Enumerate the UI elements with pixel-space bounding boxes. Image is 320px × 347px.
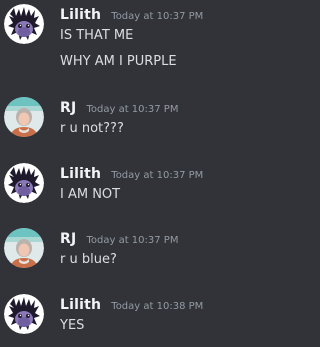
- timestamp: Today at 10:37 PM: [111, 170, 204, 181]
- message-text: YES: [60, 318, 85, 333]
- lilith-avatar-icon[interactable]: [4, 294, 44, 334]
- message-text: I AM NOT: [60, 187, 121, 202]
- chat-message-list: Lilith Today at 10:37 PM IS THAT ME WHY …: [0, 0, 271, 347]
- message-text: r u not???: [60, 121, 124, 136]
- rj-avatar-icon[interactable]: [4, 228, 44, 268]
- message-text: r u blue?: [60, 252, 117, 267]
- message-header: RJ Today at 10:37 PM: [60, 97, 178, 117]
- message-group: Lilith Today at 10:37 PM I AM NOT: [0, 163, 271, 207]
- message-header: Lilith Today at 10:38 PM: [60, 294, 203, 314]
- timestamp: Today at 10:37 PM: [111, 11, 204, 22]
- username[interactable]: Lilith: [60, 166, 101, 182]
- message-group: Lilith Today at 10:37 PM IS THAT ME WHY …: [0, 4, 271, 74]
- username[interactable]: RJ: [60, 231, 76, 247]
- rj-avatar-icon[interactable]: [4, 97, 44, 137]
- lilith-avatar-icon[interactable]: [4, 4, 44, 44]
- message-group: Lilith Today at 10:38 PM YES: [0, 294, 271, 338]
- username[interactable]: Lilith: [60, 297, 101, 313]
- lilith-avatar-icon[interactable]: [4, 163, 44, 203]
- timestamp: Today at 10:38 PM: [111, 301, 204, 312]
- message-text: IS THAT ME: [60, 28, 134, 43]
- message-group: RJ Today at 10:37 PM r u blue?: [0, 228, 271, 272]
- username[interactable]: Lilith: [60, 7, 101, 23]
- message-group: RJ Today at 10:37 PM r u not???: [0, 97, 271, 141]
- timestamp: Today at 10:37 PM: [86, 235, 179, 246]
- message-text: WHY AM I PURPLE: [60, 54, 177, 69]
- message-header: RJ Today at 10:37 PM: [60, 228, 178, 248]
- username[interactable]: RJ: [60, 100, 76, 116]
- timestamp: Today at 10:37 PM: [86, 104, 179, 115]
- message-header: Lilith Today at 10:37 PM: [60, 4, 203, 24]
- message-header: Lilith Today at 10:37 PM: [60, 163, 203, 183]
